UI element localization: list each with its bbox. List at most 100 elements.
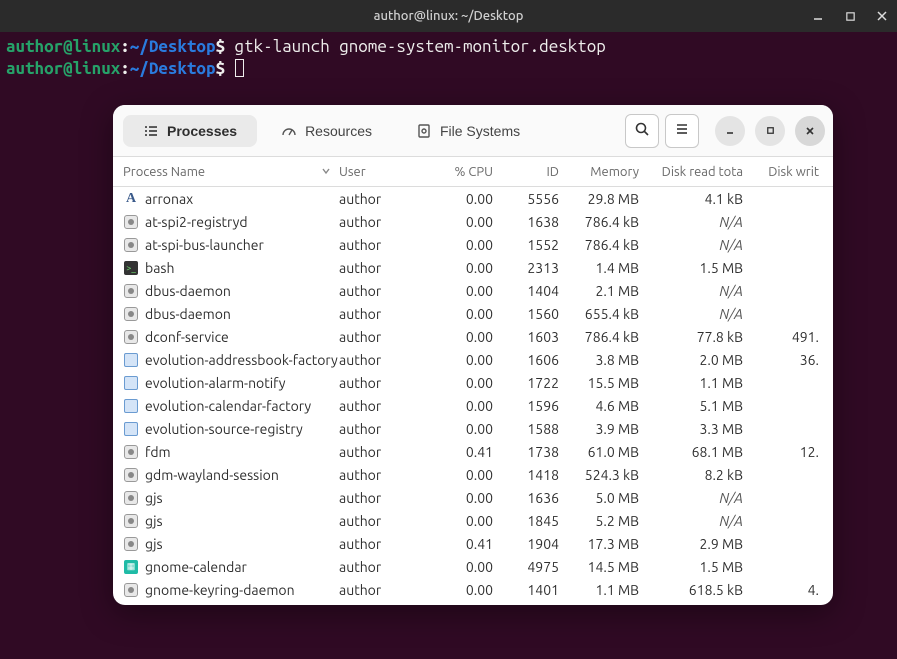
process-row[interactable]: >_bashauthor0.0023131.4 MB1.5 MB [113, 256, 833, 279]
process-cpu: 0.00 [429, 559, 509, 575]
process-user: author [339, 559, 429, 575]
process-name: bash [145, 260, 174, 276]
process-read: N/A [649, 490, 749, 506]
process-id: 1603 [509, 329, 559, 345]
process-row[interactable]: gjsauthor0.41190417.3 MB2.9 MB [113, 532, 833, 555]
hamburger-icon [674, 121, 690, 140]
process-row[interactable]: evolution-source-registryauthor0.0015883… [113, 417, 833, 440]
process-user: author [339, 490, 429, 506]
process-id: 1401 [509, 582, 559, 598]
window-controls [809, 7, 891, 25]
prompt-user: author@linux [6, 37, 120, 56]
process-id: 1904 [509, 536, 559, 552]
generic-process-icon [124, 330, 138, 344]
prompt-path: ~/Desktop [130, 37, 216, 56]
col-header-name[interactable]: Process Name [121, 165, 339, 179]
process-id: 1560 [509, 306, 559, 322]
tab-processes-label: Processes [167, 123, 237, 139]
tab-filesystems[interactable]: File Systems [396, 115, 540, 147]
process-read: N/A [649, 513, 749, 529]
col-header-read[interactable]: Disk read tota [649, 165, 749, 179]
col-header-id[interactable]: ID [509, 165, 559, 179]
process-user: author [339, 237, 429, 253]
process-row[interactable]: ▦gnome-calendarauthor0.00497514.5 MB1.5 … [113, 555, 833, 578]
process-user: author [339, 352, 429, 368]
process-read: N/A [649, 283, 749, 299]
process-cpu: 0.00 [429, 306, 509, 322]
process-user: author [339, 191, 429, 207]
process-memory: 4.6 MB [559, 398, 649, 414]
process-memory: 17.3 MB [559, 536, 649, 552]
process-row[interactable]: gnome-remote-desktop-daemauthor0.0014761… [113, 601, 833, 605]
process-row[interactable]: at-spi-bus-launcherauthor0.001552786.4 k… [113, 233, 833, 256]
process-list[interactable]: Aarronaxauthor0.00555629.8 MB4.1 kBat-sp… [113, 187, 833, 605]
process-user: author [339, 582, 429, 598]
process-row[interactable]: gjsauthor0.0018455.2 MBN/A [113, 509, 833, 532]
sort-arrow-icon [321, 165, 331, 179]
process-name: fdm [145, 444, 171, 460]
process-row[interactable]: fdmauthor0.41173861.0 MB68.1 MB12. [113, 440, 833, 463]
process-cpu: 0.00 [429, 352, 509, 368]
process-row[interactable]: gdm-wayland-sessionauthor0.001418524.3 k… [113, 463, 833, 486]
minimize-button[interactable] [809, 7, 827, 25]
terminal-content[interactable]: author@linux:~/Desktop$ gtk-launch gnome… [0, 32, 897, 84]
close-button[interactable] [873, 7, 891, 25]
tab-processes[interactable]: Processes [123, 115, 257, 147]
process-cpu: 0.00 [429, 329, 509, 345]
process-row[interactable]: evolution-addressbook-factoryauthor0.001… [113, 348, 833, 371]
app-maximize-button[interactable] [755, 116, 785, 146]
col-header-cpu[interactable]: % CPU [429, 165, 509, 179]
process-read: 2.4 MB [649, 605, 749, 606]
generic-process-icon [124, 491, 138, 505]
process-id: 1552 [509, 237, 559, 253]
process-user: author [339, 375, 429, 391]
process-name: arronax [145, 191, 193, 207]
process-row[interactable]: at-spi2-registrydauthor0.001638786.4 kBN… [113, 210, 833, 233]
col-header-write[interactable]: Disk writ [749, 165, 819, 179]
process-memory: 1.1 MB [559, 582, 649, 598]
process-row[interactable]: evolution-alarm-notifyauthor0.00172215.5… [113, 371, 833, 394]
terminal-line-2: author@linux:~/Desktop$ [6, 58, 891, 80]
disk-icon [416, 123, 432, 139]
process-row[interactable]: Aarronaxauthor0.00555629.8 MB4.1 kB [113, 187, 833, 210]
process-row[interactable]: dbus-daemonauthor0.0014042.1 MBN/A [113, 279, 833, 302]
generic-process-icon [124, 445, 138, 459]
process-user: author [339, 283, 429, 299]
process-id: 1636 [509, 490, 559, 506]
menu-button[interactable] [665, 114, 699, 148]
process-user: author [339, 398, 429, 414]
col-header-user[interactable]: User [339, 165, 429, 179]
process-read: N/A [649, 237, 749, 253]
process-row[interactable]: gjsauthor0.0016365.0 MBN/A [113, 486, 833, 509]
process-id: 1596 [509, 398, 559, 414]
tab-resources[interactable]: Resources [261, 115, 392, 147]
process-memory: 5.2 MB [559, 513, 649, 529]
process-read: 3.3 MB [649, 421, 749, 437]
process-row[interactable]: gnome-keyring-daemonauthor0.0014011.1 MB… [113, 578, 833, 601]
process-id: 1418 [509, 467, 559, 483]
process-row[interactable]: evolution-calendar-factoryauthor0.001596… [113, 394, 833, 417]
process-user: author [339, 421, 429, 437]
process-memory: 61.0 MB [559, 444, 649, 460]
process-name: at-spi2-registryd [145, 214, 248, 230]
process-name: gnome-remote-desktop-daem [145, 605, 334, 606]
process-name: evolution-source-registry [145, 421, 303, 437]
monitor-headerbar: Processes Resources File Systems [113, 105, 833, 157]
app-close-button[interactable] [795, 116, 825, 146]
process-read: N/A [649, 306, 749, 322]
process-read: 4.1 kB [649, 191, 749, 207]
process-row[interactable]: dconf-serviceauthor0.001603786.4 kB77.8 … [113, 325, 833, 348]
process-memory: 15.5 MB [559, 375, 649, 391]
process-write: 12. [749, 444, 819, 460]
col-header-memory[interactable]: Memory [559, 165, 649, 179]
process-write: 4. [749, 582, 819, 598]
process-memory: 786.4 kB [559, 237, 649, 253]
process-row[interactable]: dbus-daemonauthor0.001560655.4 kBN/A [113, 302, 833, 325]
maximize-button[interactable] [841, 7, 859, 25]
system-monitor-window: Processes Resources File Systems [113, 105, 833, 605]
process-name: evolution-calendar-factory [145, 398, 311, 414]
process-memory: 14.5 MB [559, 559, 649, 575]
app-minimize-button[interactable] [715, 116, 745, 146]
process-cpu: 0.00 [429, 375, 509, 391]
search-button[interactable] [625, 114, 659, 148]
